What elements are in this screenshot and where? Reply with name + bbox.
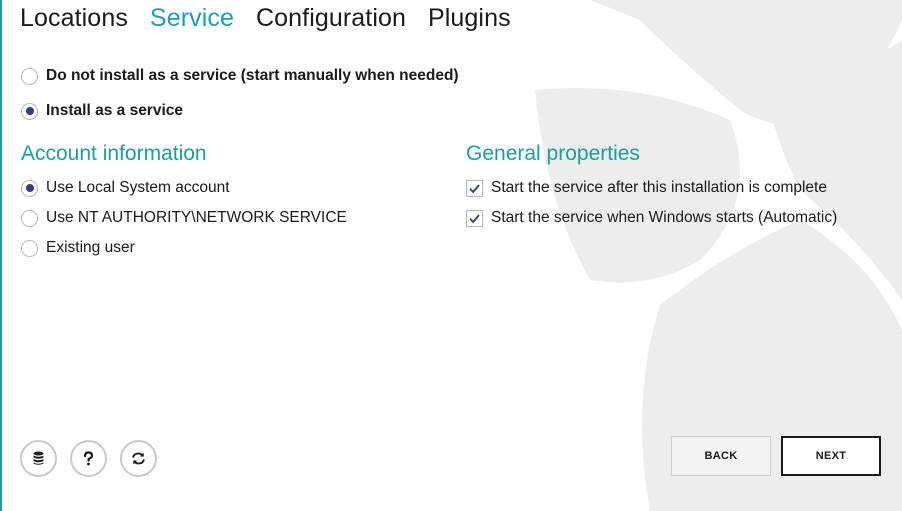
tab-locations[interactable]: Locations <box>20 2 128 34</box>
checkmark-icon <box>469 183 480 193</box>
checkmark-icon <box>469 213 480 223</box>
back-button[interactable]: BACK <box>671 436 771 476</box>
checkbox-start-after-install-label: Start the service after this installatio… <box>491 179 827 196</box>
checkbox-start-after-install[interactable]: Start the service after this installatio… <box>466 177 827 199</box>
tab-service[interactable]: Service <box>150 2 234 34</box>
tab-bar: Locations Service Configuration Plugins <box>20 2 533 34</box>
radio-selected-dot <box>25 107 34 115</box>
refresh-button[interactable] <box>120 440 157 477</box>
help-button[interactable] <box>70 440 107 477</box>
radio-circle[interactable] <box>21 239 38 257</box>
radio-install-service-label: Install as a service <box>46 102 184 119</box>
radio-existing-user-label: Existing user <box>46 239 135 256</box>
radio-local-system[interactable]: Use Local System account <box>21 177 230 199</box>
tab-configuration[interactable]: Configuration <box>256 2 406 34</box>
radio-network-service[interactable]: Use NT AUTHORITY\NETWORK SERVICE <box>21 207 347 229</box>
next-button[interactable]: NEXT <box>781 436 881 476</box>
database-icon <box>33 451 44 465</box>
checkbox-start-with-windows-label: Start the service when Windows starts (A… <box>491 209 838 226</box>
installer-window: Locations Service Configuration Plugins … <box>0 0 902 511</box>
general-section-title: General properties <box>466 142 640 165</box>
account-section-title: Account information <box>21 142 207 165</box>
radio-selected-dot <box>25 184 34 192</box>
radio-circle[interactable] <box>21 67 38 85</box>
checkbox-start-with-windows[interactable]: Start the service when Windows starts (A… <box>466 207 837 229</box>
checkbox-box[interactable] <box>466 179 483 197</box>
database-button[interactable] <box>20 440 57 477</box>
radio-no-service-label: Do not install as a service (start manua… <box>46 67 459 84</box>
radio-install-service[interactable]: Install as a service <box>21 100 183 122</box>
radio-local-system-label: Use Local System account <box>46 179 230 196</box>
radio-circle-selected[interactable] <box>21 179 38 197</box>
help-icon <box>83 451 94 466</box>
tab-plugins[interactable]: Plugins <box>428 2 511 34</box>
radio-no-service[interactable]: Do not install as a service (start manua… <box>21 65 459 87</box>
radio-existing-user[interactable]: Existing user <box>21 237 135 259</box>
checkbox-box[interactable] <box>466 209 483 227</box>
radio-network-service-label: Use NT AUTHORITY\NETWORK SERVICE <box>46 209 347 226</box>
refresh-icon <box>132 452 145 465</box>
radio-circle-selected[interactable] <box>21 102 38 120</box>
radio-circle[interactable] <box>21 209 38 227</box>
